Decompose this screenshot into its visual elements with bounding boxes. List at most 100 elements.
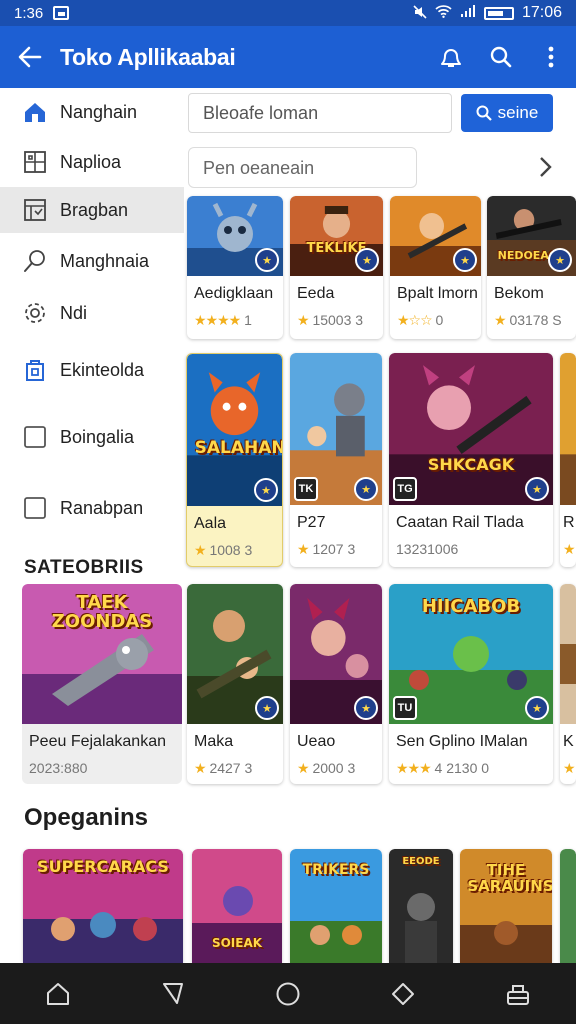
sidebar-item-label: Boingalia	[60, 426, 135, 447]
app-name: Ueao	[297, 733, 336, 750]
app-card[interactable]: TEKLIKE ★ Eeda ★ 15003 3	[290, 196, 383, 339]
sidebar-item-label: Bragban	[60, 199, 129, 220]
app-name: Peeu Fejalakankan	[29, 733, 166, 750]
nav-circle-button[interactable]	[258, 969, 318, 1019]
screen: 1:36 17:06 Toko Apllikaabai Nanghain Nap…	[0, 0, 576, 1024]
app-name: Eeda	[297, 285, 335, 302]
app-rating: ★	[563, 760, 576, 776]
app-rating: ★	[563, 541, 576, 557]
app-card[interactable]: K ★	[560, 584, 576, 784]
app-card[interactable]: TK ★ P27 ★ 1207 3	[290, 353, 382, 567]
sidebar-item-7[interactable]: Ranabpan	[0, 485, 184, 531]
app-card[interactable]: ★ Aedigklaan ★★★★ 1	[187, 196, 283, 339]
status-time-left: 1:36	[14, 4, 44, 22]
app-thumbnail: SHKCAGK TG ★	[389, 353, 553, 505]
app-name: Bpalt lmorn	[397, 285, 478, 302]
nav-back-button[interactable]	[143, 969, 203, 1019]
search-input[interactable]: Bleoafe loman	[188, 93, 452, 133]
app-badge-icon: ★	[255, 696, 279, 720]
filter-input[interactable]: Pen oeaneain	[188, 147, 417, 188]
app-badge-icon: TU	[393, 696, 417, 720]
next-button[interactable]	[532, 150, 560, 184]
app-card[interactable]: NEDOEAGE ★ Bekom ★ 03178 S	[487, 196, 576, 339]
app-card[interactable]: R ★	[560, 353, 576, 567]
app-name: Aala	[194, 515, 227, 532]
notifications-button[interactable]	[426, 26, 476, 88]
app-badge-icon: ★	[453, 248, 477, 272]
app-name: Bekom	[494, 285, 544, 302]
app-card[interactable]: TIHE SARAUINS	[460, 849, 552, 963]
app-thumbnail: TIHE SARAUINS	[460, 849, 552, 963]
app-badge-icon: ★	[525, 477, 549, 501]
app-rating: 2023:880	[29, 760, 88, 776]
tray-icon	[507, 984, 530, 1005]
app-badge-icon: ★	[254, 478, 278, 502]
app-card[interactable]: TAEK ZOONDAS Peeu Fejalakankan 2023:880	[22, 584, 182, 784]
app-thumbnail: SOIEAK	[192, 849, 282, 963]
navigation-bar	[0, 963, 576, 1024]
app-banner: TIHE SARAUINS	[467, 861, 552, 895]
sidebar-item-0[interactable]: Nanghain	[0, 89, 184, 135]
arrow-left-icon	[18, 46, 42, 68]
app-badge-icon: TK	[294, 477, 318, 501]
app-card[interactable]: EEODE	[389, 849, 453, 963]
app-rating: ★ 03178 S	[494, 312, 562, 328]
sidebar-item-6[interactable]: Boingalia	[0, 414, 184, 460]
app-name: Aedigklaan	[194, 285, 274, 302]
sidebar-item-5[interactable]: Ekinteolda	[0, 347, 184, 393]
circle-icon	[276, 982, 300, 1005]
sidebar-item-2[interactable]: Bragban	[0, 187, 184, 233]
app-name: Caatan Rail Tlada	[396, 514, 524, 531]
app-bar-actions	[426, 26, 576, 88]
app-thumbnail	[560, 849, 576, 963]
app-name: Sen Gplino IMalan	[396, 733, 528, 750]
app-card[interactable]: ★ Maka ★ 2427 3	[187, 584, 283, 784]
app-card[interactable]: SOIEAK	[192, 849, 282, 963]
sidebar-item-label: Ndi	[60, 302, 88, 323]
app-card[interactable]: SALAHAN ★ Aala ★ 1008 3	[186, 353, 283, 567]
app-rating: ★★★★ 1	[194, 312, 252, 328]
section-title-categories: SATEOBRIIS	[24, 557, 144, 578]
chevron-right-icon	[540, 157, 552, 177]
app-thumbnail: EEODE	[389, 849, 453, 963]
app-card[interactable]: SHKCAGK TG ★ Caatan Rail Tlada 13231006	[389, 353, 553, 567]
search-submit-button[interactable]: seine	[461, 94, 553, 132]
app-card[interactable]	[560, 849, 576, 963]
sidebar-item-label: Nanghain	[60, 101, 138, 122]
nav-diamond-button[interactable]	[373, 969, 433, 1019]
grid-icon	[22, 149, 48, 175]
app-rating: ★ 1008 3	[194, 542, 253, 558]
app-banner: TRIKERS	[302, 862, 370, 878]
sidebar-item-1[interactable]: Naplioa	[0, 139, 184, 185]
app-thumbnail: SALAHAN ★	[187, 354, 282, 506]
back-button[interactable]	[0, 26, 60, 88]
status-time-right: 17:06	[521, 4, 562, 21]
app-card[interactable]: HIICABOB TU ★ Sen Gplino IMalan ★★★ 4 21…	[389, 584, 553, 784]
app-card[interactable]: TRIKERS	[290, 849, 382, 963]
more-options-button[interactable]	[526, 26, 576, 88]
checkbox-icon	[22, 424, 48, 450]
app-banner: SUPERCARACS	[37, 857, 169, 876]
app-thumbnail	[560, 353, 576, 505]
app-name: P27	[297, 514, 326, 531]
app-thumbnail: HIICABOB TU ★	[389, 584, 553, 724]
status-bar: 1:36 17:06	[0, 0, 576, 26]
app-card[interactable]: SUPERCARACS	[23, 849, 183, 963]
app-rating: ★ 2000 3	[297, 760, 356, 776]
search-button[interactable]	[476, 26, 526, 88]
sidebar-item-4[interactable]: Ndi	[0, 290, 184, 336]
nav-home-button[interactable]	[28, 969, 88, 1019]
app-badge-icon: TG	[393, 477, 417, 501]
app-thumbnail	[560, 584, 576, 724]
app-thumbnail: TRIKERS	[290, 849, 382, 963]
app-badge-icon: ★	[354, 477, 378, 501]
sidebar-item-3[interactable]: Manghnaia	[0, 238, 184, 284]
app-rating: ★ 15003 3	[297, 312, 364, 328]
nav-tray-button[interactable]	[488, 969, 548, 1019]
app-card[interactable]: ★ Bpalt lmorn ★☆☆ 0	[390, 196, 481, 339]
app-thumbnail: NEDOEAGE ★	[487, 196, 576, 276]
app-thumbnail: SUPERCARACS	[23, 849, 183, 963]
app-bar: Toko Apllikaabai	[0, 26, 576, 88]
app-card[interactable]: ★ Ueao ★ 2000 3	[290, 584, 382, 784]
app-badge-icon: ★	[548, 248, 572, 272]
